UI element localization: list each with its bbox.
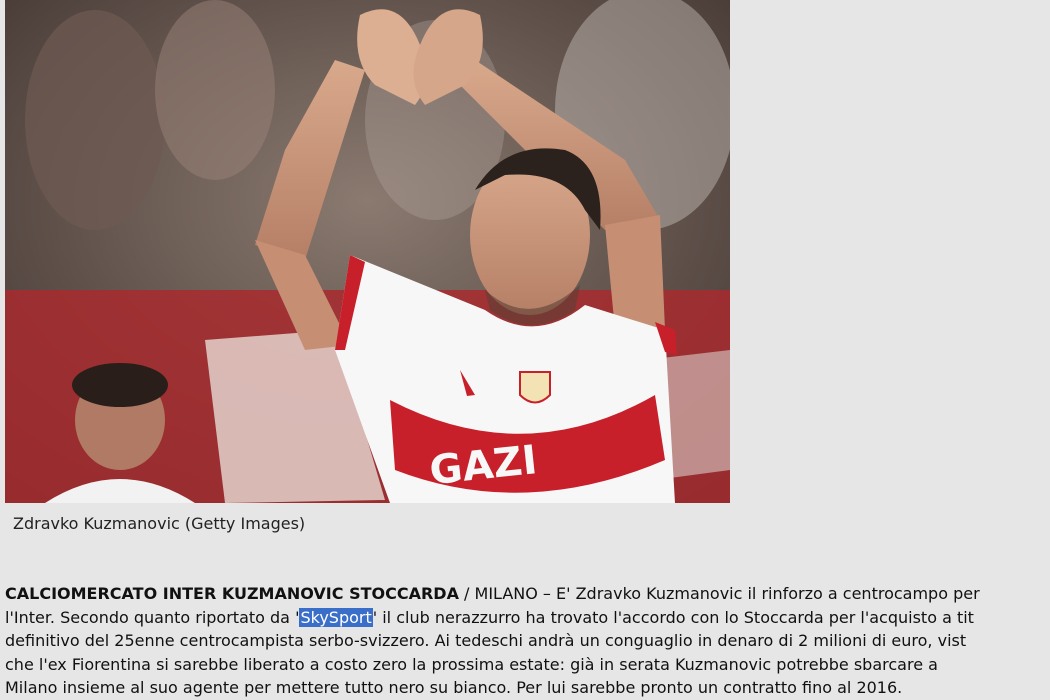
article-line-2: l'Inter. Secondo quanto riportato da 'Sk… [5, 606, 1050, 630]
article-line-5: Milano insieme al suo agente per mettere… [5, 678, 903, 697]
article-line-2-after: ' il club nerazzurro ha trovato l'accord… [372, 607, 974, 627]
skysport-link[interactable]: SkySport [299, 607, 373, 627]
article-line-2-before: l'Inter. Secondo quanto riportato da ' [5, 607, 300, 627]
article-line-4: che l'ex Fiorentina si sarebbe liberato … [5, 654, 938, 674]
player-photo-image: GAZI [5, 0, 730, 503]
photo-caption: Zdravko Kuzmanovic (Getty Images) [13, 514, 306, 533]
article-line-1-text: MILANO – E' Zdravko Kuzmanovic il rinfor… [474, 584, 980, 603]
headline-separator: / [458, 584, 475, 603]
article-line-3: definitivo del 25enne centrocampista ser… [5, 631, 967, 650]
article-photo: GAZI [5, 0, 730, 503]
article-body: CALCIOMERCATO INTER KUZMANOVIC STOCCARDA… [5, 582, 1050, 700]
article-headline: CALCIOMERCATO INTER KUZMANOVIC STOCCARDA [5, 584, 459, 603]
article-line-1: CALCIOMERCATO INTER KUZMANOVIC STOCCARDA… [5, 582, 1050, 606]
